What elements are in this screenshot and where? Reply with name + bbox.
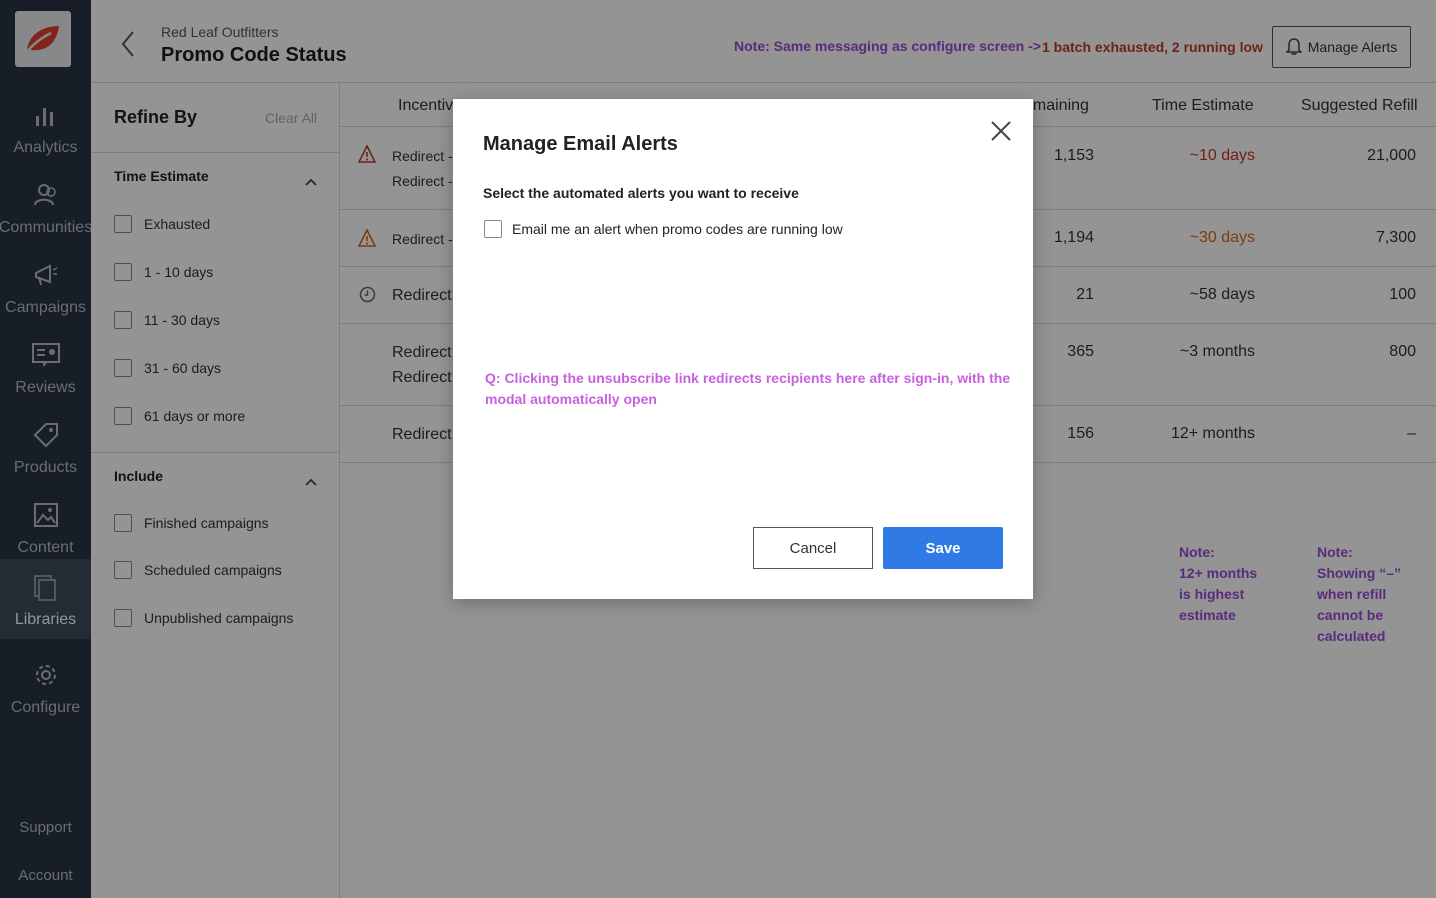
- design-question-note: Q: Clicking the unsubscribe link redirec…: [485, 370, 1011, 407]
- low-codes-alert-option[interactable]: Email me an alert when promo codes are r…: [484, 220, 843, 238]
- save-button[interactable]: Save: [883, 527, 1003, 569]
- modal-subtitle: Select the automated alerts you want to …: [483, 185, 799, 201]
- cancel-button[interactable]: Cancel: [753, 527, 873, 569]
- modal-title: Manage Email Alerts: [483, 133, 678, 155]
- low-codes-alert-checkbox[interactable]: [484, 220, 502, 238]
- close-icon[interactable]: [989, 119, 1013, 143]
- manage-email-alerts-modal: Manage Email Alerts Select the automated…: [453, 99, 1033, 599]
- option-label: Email me an alert when promo codes are r…: [512, 221, 843, 237]
